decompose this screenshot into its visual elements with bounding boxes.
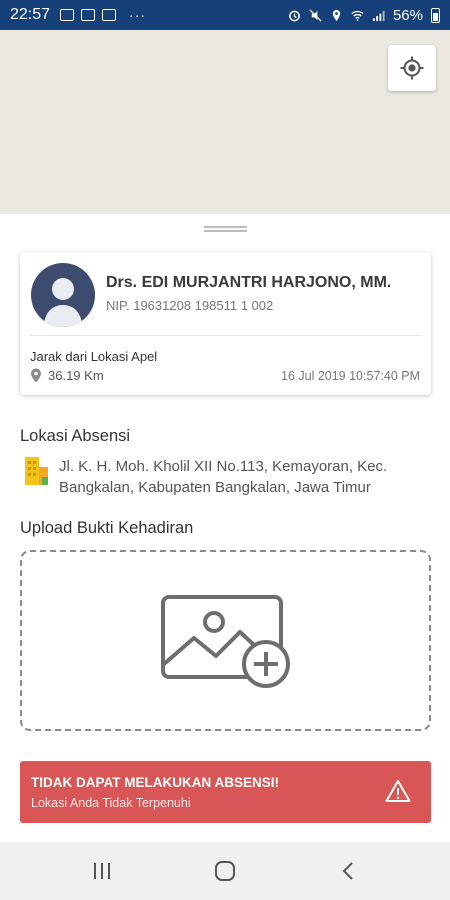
back-button[interactable] <box>328 851 368 891</box>
warning-icon <box>385 780 411 802</box>
battery-icon <box>431 7 440 23</box>
status-bar: 22:57 ··· 56% <box>0 0 450 30</box>
battery-percent: 56% <box>392 6 423 24</box>
timestamp: 16 Jul 2019 10:57:40 PM <box>281 369 420 383</box>
back-icon <box>342 862 354 880</box>
map-view[interactable] <box>0 30 450 214</box>
app-notification-icon <box>102 9 117 21</box>
avatar <box>31 263 95 327</box>
map-pin-icon <box>31 368 41 383</box>
status-time: 22:57 <box>10 6 51 23</box>
upload-section-title: Upload Bukti Kehadiran <box>20 519 194 537</box>
my-location-icon <box>400 56 424 80</box>
building-icon <box>25 457 48 485</box>
distance-label: Jarak dari Lokasi Apel <box>30 349 158 364</box>
notification-icons: ··· <box>60 7 146 23</box>
home-icon <box>214 861 235 881</box>
location-section-title: Lokasi Absensi <box>20 427 131 445</box>
gallery-icon <box>60 9 75 21</box>
home-button[interactable] <box>205 851 245 891</box>
distance-value: 36.19 Km <box>48 368 104 383</box>
employee-nip: NIP. 19631208 198511 1 002 <box>106 298 274 313</box>
card-divider <box>30 335 421 336</box>
attendance-sheet: Drs. EDI MURJANTRI HARJONO, MM. NIP. 196… <box>0 214 450 842</box>
add-image-icon <box>160 594 290 688</box>
upload-photo-area[interactable] <box>20 550 431 731</box>
employee-name: Drs. EDI MURJANTRI HARJONO, MM. <box>106 274 392 291</box>
alert-subtitle: Lokasi Anda Tidak Terpenuhi <box>31 796 191 810</box>
system-icons: 56% <box>288 7 440 24</box>
signal-icon <box>372 10 385 21</box>
recent-apps-icon <box>93 863 110 879</box>
profile-card: Drs. EDI MURJANTRI HARJONO, MM. NIP. 196… <box>20 252 431 395</box>
distance-row: 36.19 Km <box>30 368 104 383</box>
mute-icon <box>309 8 322 22</box>
alert-title: TIDAK DAPAT MELAKUKAN ABSENSI! <box>31 775 279 790</box>
user-silhouette-icon <box>44 278 82 327</box>
location-status-icon <box>332 9 341 21</box>
location-address: Jl. K. H. Moh. Kholil XII No.113, Kemayo… <box>59 458 388 496</box>
missed-call-icon <box>81 9 96 21</box>
attendance-error-alert: TIDAK DAPAT MELAKUKAN ABSENSI! Lokasi An… <box>20 761 431 823</box>
alarm-icon <box>289 10 300 21</box>
recent-apps-button[interactable] <box>82 851 122 891</box>
my-location-button[interactable] <box>388 45 436 91</box>
wifi-icon <box>351 10 364 21</box>
drag-handle[interactable] <box>204 226 247 232</box>
more-notifications-icon: ··· <box>129 7 147 23</box>
navigation-bar <box>0 842 450 900</box>
